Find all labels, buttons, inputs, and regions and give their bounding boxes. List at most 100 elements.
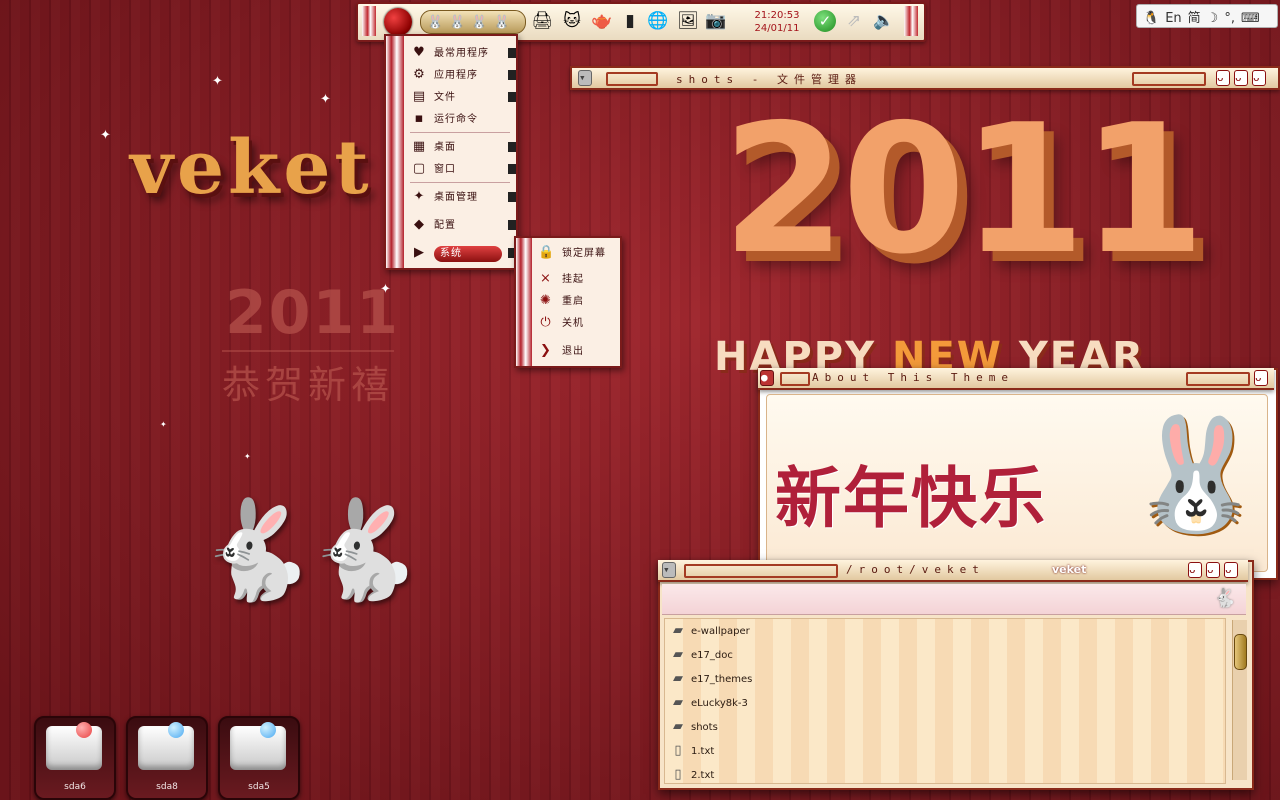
drive-sda5[interactable]: sda5 xyxy=(218,716,300,800)
window-file-manager: ▾ /root/veket veket ᴗ ᴗ ᴗ 🐇 ▰ e-wallpaper… xyxy=(658,560,1254,790)
logout-icon: ❯ xyxy=(540,343,552,358)
drive-status-icon xyxy=(76,722,92,738)
window-about-theme: ● About This Theme ᴗ 新年快乐 🐰 xyxy=(758,368,1278,580)
window-files-titlebar[interactable]: ▾ /root/veket veket ᴗ ᴗ ᴗ xyxy=(658,560,1248,582)
launcher-3-icon[interactable]: 🫖 xyxy=(590,10,614,32)
launcher-1-icon[interactable]: 🖨 xyxy=(530,10,554,32)
scrollbar-thumb[interactable] xyxy=(1234,634,1247,670)
close-icon[interactable]: ᴗ xyxy=(1252,70,1266,86)
pager-desk-3[interactable]: 🐰 xyxy=(471,15,487,30)
maximize-icon[interactable]: ᴗ xyxy=(1234,70,1248,86)
minimize-icon[interactable]: ᴗ xyxy=(1216,70,1230,86)
hard-drive-icon xyxy=(230,726,286,770)
location-bar[interactable]: 🐇 xyxy=(662,584,1246,615)
ime-mode[interactable]: 简 xyxy=(1188,7,1201,26)
pager-desk-1[interactable]: 🐰 xyxy=(427,15,443,30)
drive-label: sda5 xyxy=(248,782,270,792)
clock[interactable]: 21:20:53 24/01/11 xyxy=(746,9,808,35)
ime-punct[interactable]: °, xyxy=(1224,11,1235,26)
window-menu-icon[interactable]: ▾ xyxy=(662,562,676,578)
window-icon: ▢ xyxy=(412,161,426,176)
ime-lang[interactable]: En xyxy=(1165,11,1181,26)
keyboard-icon[interactable]: ⌨ xyxy=(1241,11,1260,26)
menu-item-favorites[interactable]: ♥ 最常用程序 xyxy=(410,42,516,64)
list-item[interactable]: ▯ 2.txt xyxy=(669,763,1209,783)
rabbit-mascot-icon: 🐰 xyxy=(1127,410,1264,538)
desktop-icon: ▦ xyxy=(412,139,426,154)
window-title: About This Theme xyxy=(812,371,1014,384)
close-icon[interactable]: ᴗ xyxy=(1254,370,1268,386)
pager-desk-2[interactable]: 🐰 xyxy=(449,15,465,30)
panel-pillar-left xyxy=(362,6,376,36)
list-item[interactable]: ▰ e17_themes xyxy=(669,667,1209,691)
start-menu-button[interactable] xyxy=(384,8,412,36)
list-item[interactable]: ▰ e-wallpaper xyxy=(669,619,1209,643)
menu-separator xyxy=(410,182,510,183)
menu-item-label: 桌面管理 xyxy=(434,192,478,203)
file-name: 2.txt xyxy=(691,770,715,781)
menu-item-lock-screen[interactable]: 🔒 锁定屏幕 xyxy=(538,242,618,264)
submenu-arrow-icon xyxy=(508,48,516,58)
list-item[interactable]: ▰ shots xyxy=(669,715,1209,739)
menu-item-reboot[interactable]: ✺ 重启 xyxy=(538,290,618,312)
menu-item-shutdown[interactable]: ⏻ 关机 xyxy=(538,312,618,334)
folder-icon: ▤ xyxy=(412,89,426,104)
file-name: e17_doc xyxy=(691,650,733,661)
browser-icon[interactable]: 🌐 xyxy=(646,10,670,32)
reboot-icon: ✺ xyxy=(540,293,552,308)
launcher-2-icon[interactable]: 🐱 xyxy=(560,10,584,32)
close-icon[interactable]: ᴗ xyxy=(1224,562,1238,578)
desktop-pager[interactable]: 🐰 🐰 🐰 🐰 xyxy=(420,10,526,34)
menu-item-desktop[interactable]: ▦ 桌面 xyxy=(410,136,516,158)
drive-label: sda6 xyxy=(64,782,86,792)
pager-desk-4[interactable]: 🐰 xyxy=(494,15,510,30)
run-icon: ▪ xyxy=(414,111,424,126)
list-item[interactable]: ▰ e17_doc xyxy=(669,643,1209,667)
menu-item-run[interactable]: ▪ 运行命令 xyxy=(410,108,514,130)
submenu-arrow-icon xyxy=(508,70,516,80)
input-method-bar[interactable]: 🐧 En 简 ☽ °, ⌨ xyxy=(1136,4,1278,28)
moon-icon[interactable]: ☽ xyxy=(1207,11,1219,26)
menu-item-label: 重启 xyxy=(562,296,584,307)
maximize-icon[interactable]: ᴗ xyxy=(1206,562,1220,578)
vertical-scrollbar[interactable] xyxy=(1232,620,1247,780)
update-status-icon[interactable]: ✓ xyxy=(814,10,836,32)
image-viewer-icon[interactable]: 🖼 xyxy=(676,10,700,32)
drive-sda6[interactable]: sda6 xyxy=(34,716,116,800)
folder-icon: ▰ xyxy=(673,671,683,686)
network-icon[interactable]: ⇗ xyxy=(842,10,866,32)
submenu-arrow-icon xyxy=(508,192,516,202)
camera-icon[interactable]: 📷 xyxy=(704,10,728,32)
minimize-icon[interactable]: ᴗ xyxy=(1188,562,1202,578)
menu-item-suspend[interactable]: ⨯ 挂起 xyxy=(538,268,618,290)
home-rabbit-icon[interactable]: 🐇 xyxy=(1210,588,1240,612)
menu-item-logout[interactable]: ❯ 退出 xyxy=(538,340,618,362)
menu-item-label: 系统 xyxy=(434,246,502,262)
window-menu-icon[interactable]: ● xyxy=(760,370,774,386)
file-name: 1.txt xyxy=(691,746,715,757)
drive-status-icon xyxy=(260,722,276,738)
file-name: shots xyxy=(691,722,718,733)
terminal-icon[interactable]: ▮ xyxy=(618,10,642,32)
menu-item-applications[interactable]: ⚙ 应用程序 xyxy=(410,64,516,86)
volume-icon[interactable]: 🔈 xyxy=(872,10,896,32)
sparkle-icon: ✦ xyxy=(244,452,251,461)
drive-label: sda8 xyxy=(156,782,178,792)
list-item[interactable]: ▯ 1.txt xyxy=(669,739,1209,763)
menu-item-files[interactable]: ▤ 文件 xyxy=(410,86,516,108)
list-item[interactable]: ▰ eLucky8k-3 xyxy=(669,691,1209,715)
menu-item-windows[interactable]: ▢ 窗口 xyxy=(410,158,516,180)
menu-item-desktop-manager[interactable]: ✦ 桌面管理 xyxy=(410,186,516,208)
menu-item-label: 运行命令 xyxy=(434,114,478,125)
file-list[interactable]: ▰ e-wallpaper ▰ e17_doc ▰ e17_themes ▰ eLuck… xyxy=(664,618,1226,784)
drive-sda8[interactable]: sda8 xyxy=(126,716,208,800)
sparkle-icon: ✦ xyxy=(160,420,167,429)
file-name: e-wallpaper xyxy=(691,626,750,637)
menu-item-settings[interactable]: ◆ 配置 xyxy=(410,214,516,236)
window-about-titlebar[interactable]: ● About This Theme ᴗ xyxy=(758,368,1274,390)
menu-item-system[interactable]: ▶ 系统 xyxy=(410,242,516,264)
menu-item-label: 挂起 xyxy=(562,274,584,285)
wallpaper-year-big: 2011 xyxy=(722,86,1205,293)
window-menu-icon[interactable]: ▾ xyxy=(578,70,592,86)
window-shots-titlebar[interactable]: ▾ shots - 文件管理器 ᴗ ᴗ ᴗ xyxy=(570,66,1280,90)
